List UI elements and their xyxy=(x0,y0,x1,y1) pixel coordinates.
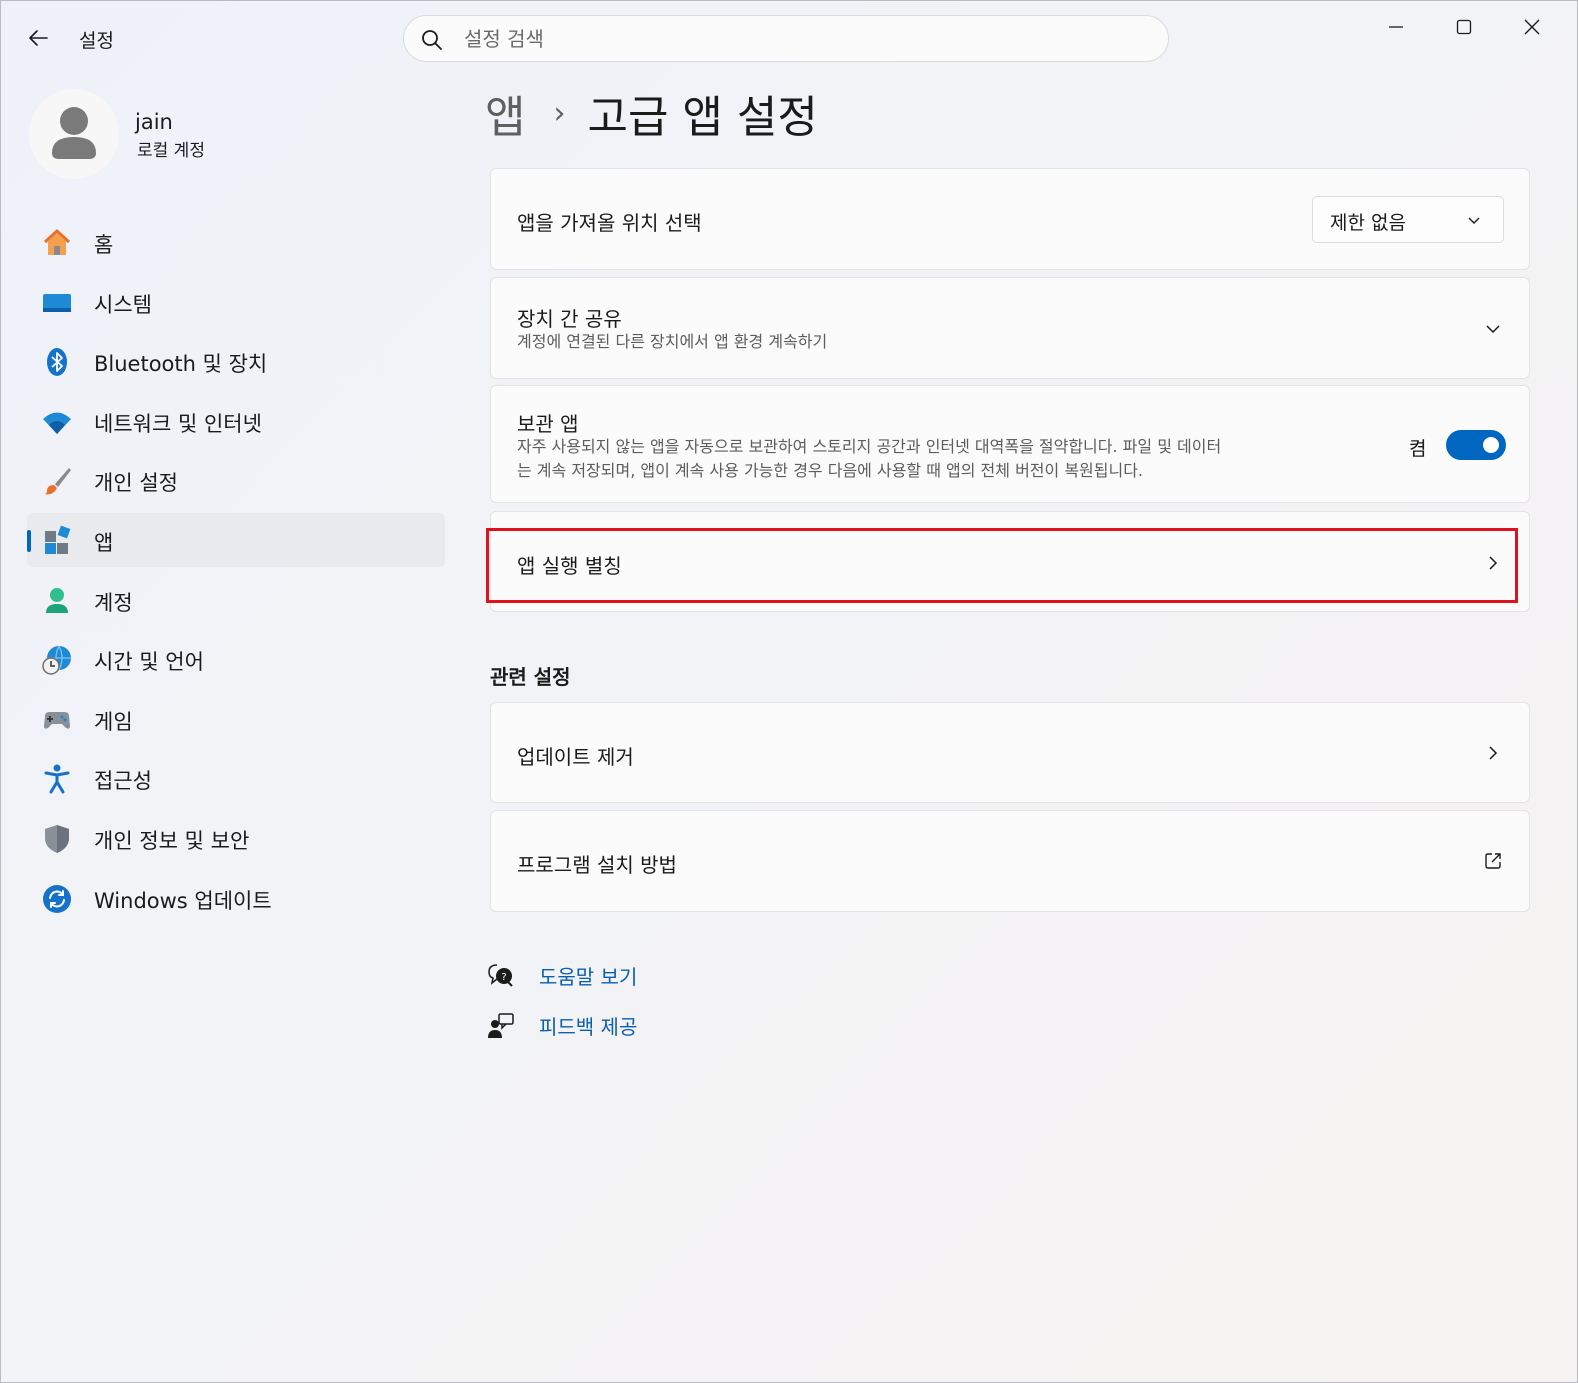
sidebar-item-label: 홈 xyxy=(94,233,114,257)
uninstall-updates-title: 업데이트 제거 xyxy=(517,745,634,769)
app-source-dropdown[interactable]: 제한 없음 xyxy=(1312,196,1504,243)
app-title: 설정 xyxy=(79,30,114,52)
archive-description-line1: 자주 사용되지 않는 앱을 자동으로 보관하여 스토리지 공간과 인터넷 대역폭… xyxy=(517,437,1222,456)
home-icon xyxy=(43,229,71,255)
account-icon xyxy=(46,587,68,613)
search-icon xyxy=(422,30,442,50)
sidebar-item-time-language[interactable]: 시간 및 언어 xyxy=(27,632,445,686)
sidebar-item-privacy[interactable]: 개인 정보 및 보안 xyxy=(27,811,445,865)
sidebar-item-gaming[interactable]: 게임 xyxy=(27,692,445,746)
chevron-right-icon xyxy=(1489,556,1498,570)
user-name: jain xyxy=(135,110,173,134)
feedback-icon xyxy=(488,1013,514,1038)
help-chat-icon: ? xyxy=(488,964,513,987)
settings-window: 설정 jain 로컬 계정 홈 xyxy=(0,0,1578,1383)
sidebar-item-label: 개인 정보 및 보안 xyxy=(94,828,250,853)
sidebar-item-label: 접근성 xyxy=(94,769,152,794)
sidebar-item-label: Windows 업데이트 xyxy=(94,888,272,913)
gamepad-icon xyxy=(44,711,70,729)
globe-clock-icon xyxy=(42,645,71,675)
sidebar-item-label: 네트워크 및 인터넷 xyxy=(94,411,262,436)
sidebar-item-home[interactable]: 홈 xyxy=(27,215,445,269)
sidebar-item-label: 시스템 xyxy=(94,292,152,317)
bluetooth-icon xyxy=(47,348,67,377)
close-button[interactable] xyxy=(1509,7,1555,47)
sidebar-item-apps[interactable]: 앱 xyxy=(27,512,445,567)
sidebar-item-accessibility[interactable]: 접근성 xyxy=(27,751,445,805)
sidebar-item-personalization[interactable]: 개인 설정 xyxy=(27,453,445,507)
chevron-down-icon[interactable] xyxy=(1483,319,1503,339)
sidebar-item-bluetooth[interactable]: Bluetooth 및 장치 xyxy=(27,334,445,388)
sidebar-nav: 홈 시스템 Bluetooth 및 장치 네트워크 및 인터넷 개인 설정 앱 … xyxy=(27,215,445,930)
toggle-state-label: 켬 xyxy=(1409,438,1427,460)
archive-apps-toggle[interactable] xyxy=(1446,430,1506,460)
avatar[interactable] xyxy=(29,89,119,179)
search-input[interactable] xyxy=(464,24,1144,54)
give-feedback-text: 피드백 제공 xyxy=(539,1014,638,1039)
person-icon xyxy=(52,107,96,159)
system-icon xyxy=(43,293,71,312)
maximize-button[interactable] xyxy=(1441,7,1487,47)
update-icon xyxy=(43,884,71,913)
svg-text:?: ? xyxy=(501,972,506,983)
breadcrumb-separator: › xyxy=(553,95,566,131)
close-icon xyxy=(1524,19,1540,35)
app-source-title: 앱을 가져올 위치 선택 xyxy=(517,211,702,235)
chevron-right-icon xyxy=(1489,746,1498,760)
sidebar-item-network[interactable]: 네트워크 및 인터넷 xyxy=(27,394,445,448)
accessibility-icon xyxy=(44,764,70,794)
how-to-install-programs-card[interactable]: 프로그램 설치 방법 xyxy=(490,810,1530,912)
breadcrumb: 앱 › 고급 앱 설정 xyxy=(485,85,818,143)
sidebar-item-label: 개인 설정 xyxy=(94,471,178,496)
how-to-install-title: 프로그램 설치 방법 xyxy=(517,853,677,877)
sidebar-item-label: 게임 xyxy=(94,709,133,734)
back-arrow-icon xyxy=(29,30,48,46)
chevron-down-icon xyxy=(1468,217,1480,224)
app-execution-alias-title: 앱 실행 별칭 xyxy=(517,554,622,578)
brush-icon xyxy=(44,468,71,495)
wifi-icon xyxy=(43,412,71,434)
search-box[interactable] xyxy=(403,15,1169,62)
sidebar-item-label: 앱 xyxy=(94,530,114,555)
sidebar-item-label: 계정 xyxy=(94,590,133,615)
minimize-icon xyxy=(1389,26,1403,28)
get-help-text: 도움말 보기 xyxy=(539,964,638,989)
share-title: 장치 간 공유 xyxy=(517,307,622,331)
dropdown-value: 제한 없음 xyxy=(1330,212,1406,234)
account-type: 로컬 계정 xyxy=(137,141,205,161)
breadcrumb-parent[interactable]: 앱 xyxy=(485,81,525,145)
archive-description-line2: 는 계속 저장되며, 앱이 계속 사용 가능한 경우 다음에 사용할 때 앱의 … xyxy=(517,461,1144,480)
app-source-card: 앱을 가져올 위치 선택 제한 없음 xyxy=(490,168,1530,270)
related-settings-heading: 관련 설정 xyxy=(490,665,571,689)
minimize-button[interactable] xyxy=(1373,7,1419,47)
toggle-knob xyxy=(1483,437,1499,453)
sidebar-item-label: Bluetooth 및 장치 xyxy=(94,352,268,377)
uninstall-updates-card[interactable]: 업데이트 제거 xyxy=(490,702,1530,803)
external-link-icon xyxy=(1485,853,1501,869)
apps-icon xyxy=(45,525,71,554)
get-help-link[interactable]: ? 도움말 보기 xyxy=(487,959,637,991)
sidebar-item-system[interactable]: 시스템 xyxy=(27,275,445,329)
sidebar-item-accounts[interactable]: 계정 xyxy=(27,573,445,627)
shield-icon xyxy=(45,824,69,853)
app-execution-alias-card[interactable]: 앱 실행 별칭 xyxy=(490,511,1530,612)
give-feedback-link[interactable]: 피드백 제공 xyxy=(487,1009,637,1041)
share-description: 계정에 연결된 다른 장치에서 앱 환경 계속하기 xyxy=(517,332,828,351)
share-across-devices-card[interactable]: 장치 간 공유 계정에 연결된 다른 장치에서 앱 환경 계속하기 xyxy=(490,277,1530,379)
active-indicator xyxy=(27,529,31,552)
page-title: 고급 앱 설정 xyxy=(587,92,818,143)
archive-title: 보관 앱 xyxy=(517,412,579,436)
sidebar-item-windows-update[interactable]: Windows 업데이트 xyxy=(27,871,445,925)
maximize-icon xyxy=(1456,19,1472,35)
sidebar-item-label: 시간 및 언어 xyxy=(94,650,204,675)
back-button[interactable] xyxy=(23,23,53,53)
archive-apps-card: 보관 앱 자주 사용되지 않는 앱을 자동으로 보관하여 스토리지 공간과 인터… xyxy=(490,385,1530,503)
